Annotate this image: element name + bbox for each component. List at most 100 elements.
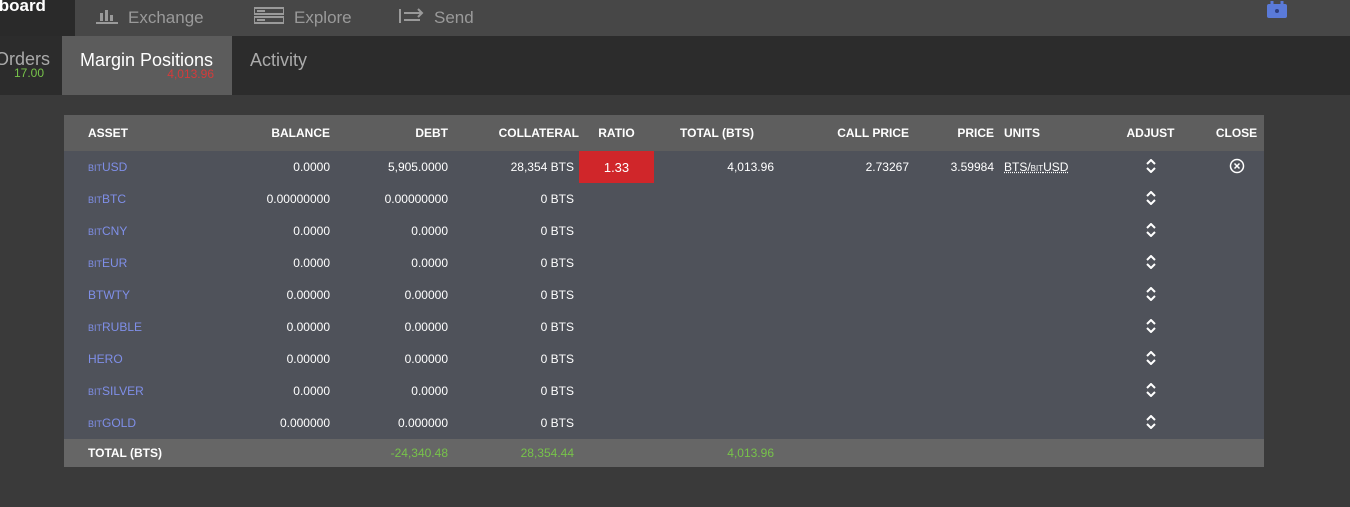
price-cell: 3.59984 xyxy=(950,160,994,174)
adjust-button[interactable] xyxy=(1092,279,1209,311)
lock-icon[interactable] xyxy=(1266,0,1287,18)
asset-link[interactable]: BTWTY xyxy=(64,279,209,311)
balance-cell: 0.0000 xyxy=(293,224,330,238)
chevron-updown-icon xyxy=(1145,286,1156,301)
header-total[interactable]: TOTAL (BTS) xyxy=(654,115,789,151)
debt-cell: 0.0000 xyxy=(411,384,448,398)
tab-orders[interactable]: Orders 17.00 xyxy=(0,36,62,95)
asset-link[interactable]: BITCNY xyxy=(64,215,209,247)
collateral-cell: 0 BTS xyxy=(540,352,574,366)
units-cell[interactable]: BTS/BITUSD xyxy=(994,151,1092,183)
balance-cell: 0.00000 xyxy=(286,288,330,302)
header-units[interactable]: UNITS xyxy=(994,115,1092,151)
footer-debt: -24,340.48 xyxy=(390,446,448,460)
debt-cell: 0.000000 xyxy=(397,416,448,430)
chevron-updown-icon xyxy=(1145,254,1156,269)
tab-margin-positions[interactable]: Margin Positions 4,013.96 xyxy=(62,36,232,95)
asset-link[interactable]: BITUSD xyxy=(64,151,209,183)
header-balance[interactable]: BALANCE xyxy=(209,115,330,151)
header-adjust: ADJUST xyxy=(1126,126,1175,140)
nav-send[interactable]: Send xyxy=(398,0,474,36)
adjust-button[interactable] xyxy=(1092,183,1209,215)
chevron-updown-icon xyxy=(1145,318,1156,333)
collateral-cell: 0 BTS xyxy=(540,320,574,334)
adjust-button[interactable] xyxy=(1092,215,1209,247)
table-row: BITBTC 0.00000000 0.00000000 0 BTS xyxy=(64,183,1264,215)
call-price-cell: 2.73267 xyxy=(865,160,909,174)
table-row: BTWTY 0.00000 0.00000 0 BTS xyxy=(64,279,1264,311)
adjust-button[interactable] xyxy=(1092,247,1209,279)
transfer-icon xyxy=(398,7,424,30)
asset-link[interactable]: BITSILVER xyxy=(64,375,209,407)
adjust-button[interactable] xyxy=(1092,375,1209,407)
nav-exchange[interactable]: Exchange xyxy=(96,0,204,36)
table-footer: TOTAL (BTS) -24,340.48 28,354.44 4,013.9… xyxy=(64,439,1264,467)
footer-total: 4,013.96 xyxy=(727,446,774,460)
orders-count: 17.00 xyxy=(13,66,44,80)
table-row: BITRUBLE 0.00000 0.00000 0 BTS xyxy=(64,311,1264,343)
debt-cell: 0.00000 xyxy=(404,320,448,334)
table-row: BITEUR 0.0000 0.0000 0 BTS xyxy=(64,247,1264,279)
table-row: BITUSD 0.0000 5,905.0000 28,354 BTS 1.33… xyxy=(64,151,1264,183)
footer-label: TOTAL (BTS) xyxy=(88,446,162,460)
asset-link[interactable]: BITEUR xyxy=(64,247,209,279)
chevron-updown-icon xyxy=(1145,382,1156,397)
table-header: ASSET BALANCE DEBT COLLATERAL RATIO TOTA… xyxy=(64,115,1264,151)
collateral-cell: 0 BTS xyxy=(540,224,574,238)
table-row: BITSILVER 0.0000 0.0000 0 BTS xyxy=(64,375,1264,407)
chevron-updown-icon xyxy=(1145,350,1156,365)
close-circle-icon xyxy=(1229,158,1244,173)
top-navigation: ıboard Exchange Explore Send xyxy=(0,0,1350,36)
balance-cell: 0.0000 xyxy=(293,160,330,174)
debt-cell: 0.00000 xyxy=(404,288,448,302)
debt-cell: 5,905.0000 xyxy=(387,160,448,174)
chevron-updown-icon xyxy=(1145,190,1156,205)
nav-explore[interactable]: Explore xyxy=(253,0,352,36)
margin-positions-table: ASSET BALANCE DEBT COLLATERAL RATIO TOTA… xyxy=(64,115,1264,467)
header-close: CLOSE xyxy=(1215,126,1258,140)
collateral-cell: 28,354 BTS xyxy=(510,160,574,174)
nav-dashboard[interactable]: ıboard xyxy=(0,0,75,36)
chevron-updown-icon xyxy=(1145,222,1156,237)
table-row: BITCNY 0.0000 0.0000 0 BTS xyxy=(64,215,1264,247)
balance-cell: 0.00000000 xyxy=(266,192,330,206)
total-cell: 4,013.96 xyxy=(727,160,774,174)
balance-cell: 0.00000 xyxy=(286,320,330,334)
collateral-cell: 0 BTS xyxy=(540,256,574,270)
asset-link[interactable]: HERO xyxy=(64,343,209,375)
asset-link[interactable]: BITGOLD xyxy=(64,407,209,439)
header-collateral[interactable]: COLLATERAL xyxy=(448,115,579,151)
debt-cell: 0.00000000 xyxy=(384,192,448,206)
table-row: HERO 0.00000 0.00000 0 BTS xyxy=(64,343,1264,375)
asset-link[interactable]: BITRUBLE xyxy=(64,311,209,343)
collateral-cell: 0 BTS xyxy=(540,192,574,206)
balance-cell: 0.0000 xyxy=(293,384,330,398)
close-button[interactable] xyxy=(1209,151,1264,183)
adjust-button[interactable] xyxy=(1092,343,1209,375)
balance-cell: 0.00000 xyxy=(286,352,330,366)
table-row: BITGOLD 0.000000 0.000000 0 BTS xyxy=(64,407,1264,439)
header-price[interactable]: PRICE xyxy=(909,115,994,151)
header-call-price[interactable]: CALL PRICE xyxy=(789,115,909,151)
chevron-updown-icon xyxy=(1145,158,1156,173)
chevron-updown-icon xyxy=(1145,414,1156,429)
debt-cell: 0.0000 xyxy=(411,256,448,270)
debt-cell: 0.00000 xyxy=(404,352,448,366)
adjust-button[interactable] xyxy=(1092,311,1209,343)
collateral-cell: 0 BTS xyxy=(540,288,574,302)
footer-collateral: 28,354.44 xyxy=(520,446,574,460)
debt-cell: 0.0000 xyxy=(411,224,448,238)
balance-cell: 0.000000 xyxy=(279,416,330,430)
balance-cell: 0.0000 xyxy=(293,256,330,270)
server-icon xyxy=(253,6,285,30)
adjust-button[interactable] xyxy=(1092,151,1209,183)
collateral-cell: 0 BTS xyxy=(540,384,574,398)
header-ratio[interactable]: RATIO xyxy=(579,115,654,151)
ratio-cell: 1.33 xyxy=(579,151,654,183)
margin-count: 4,013.96 xyxy=(167,67,214,81)
chart-icon xyxy=(96,8,118,29)
header-asset[interactable]: ASSET xyxy=(64,115,209,151)
header-debt[interactable]: DEBT xyxy=(330,115,448,151)
asset-link[interactable]: BITBTC xyxy=(64,183,209,215)
adjust-button[interactable] xyxy=(1092,407,1209,439)
